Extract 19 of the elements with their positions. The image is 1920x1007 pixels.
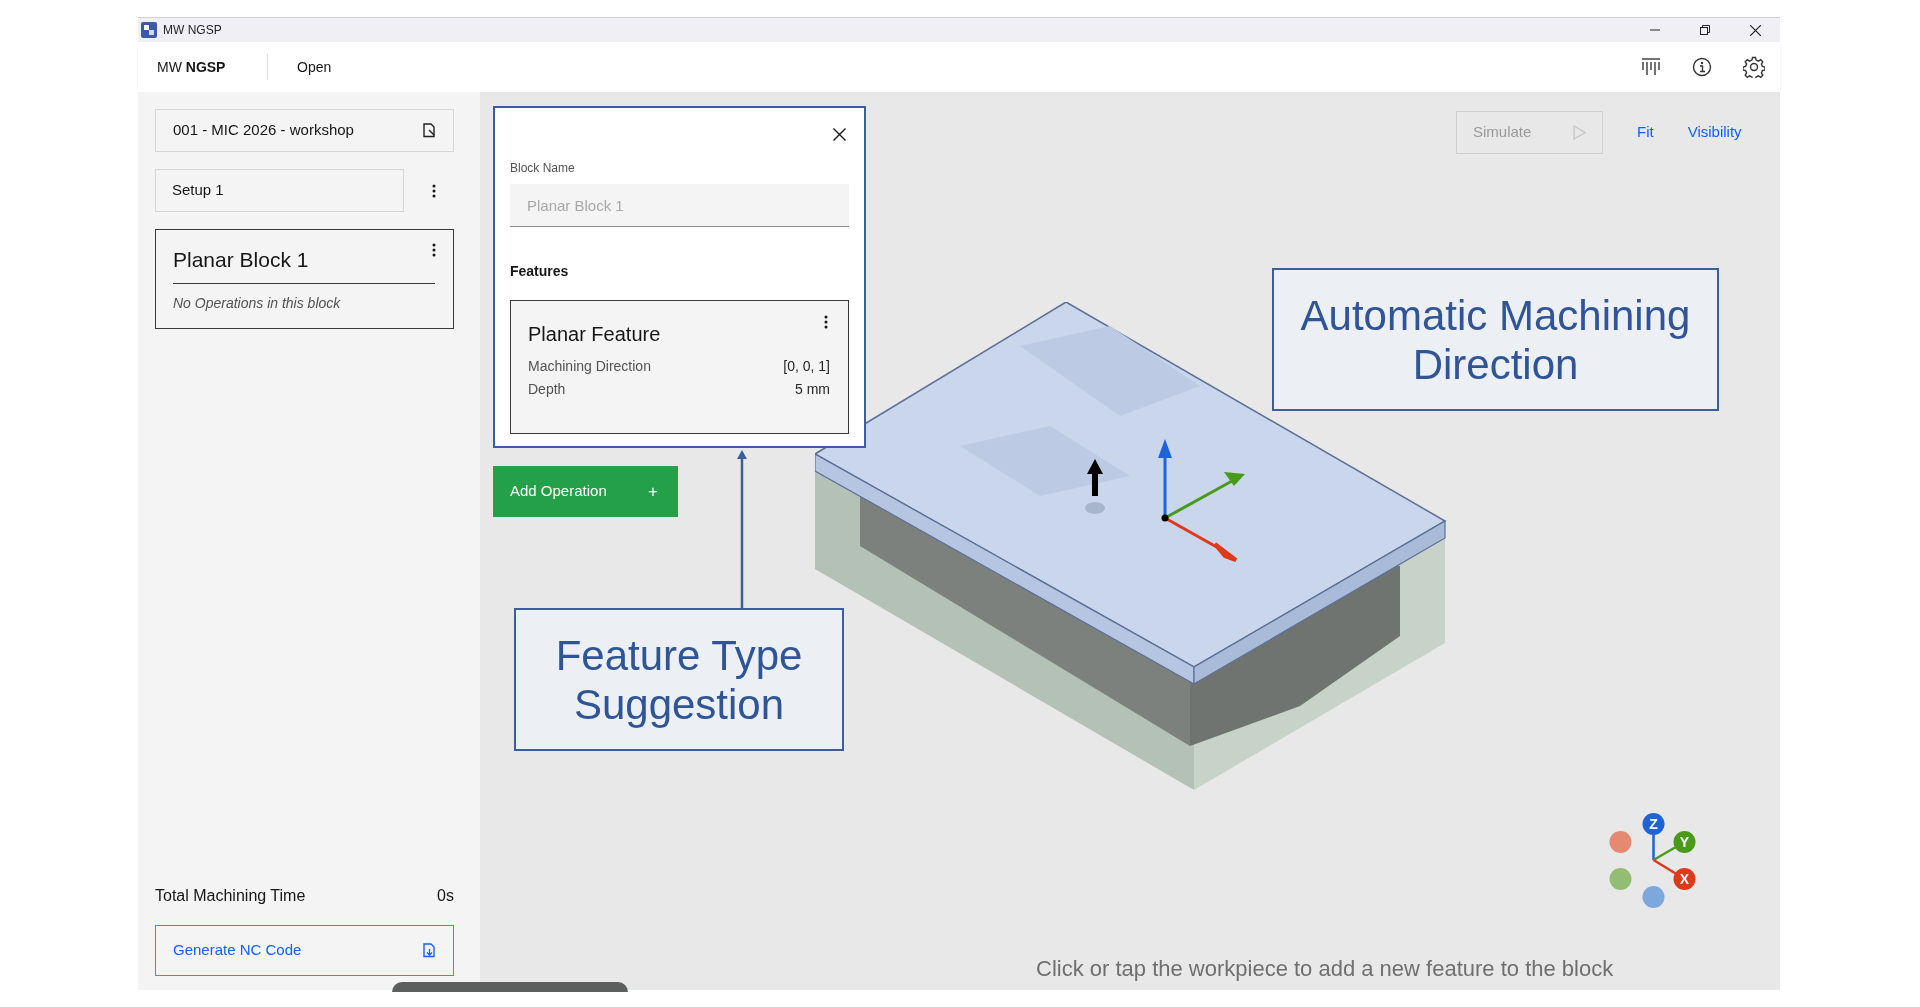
window-title: MW NGSP bbox=[163, 22, 222, 39]
hint-text: Click or tap the workpiece to add a new feature to the block bbox=[1036, 955, 1614, 983]
field-label: Block Name bbox=[510, 160, 576, 177]
annotation-text: Automatic Machining Direction bbox=[1299, 290, 1692, 389]
property-label: Depth bbox=[528, 380, 566, 399]
feature-title: Planar Feature bbox=[528, 322, 661, 347]
brand-name: MW NGSP bbox=[157, 57, 227, 77]
setup-name: Setup 1 bbox=[172, 180, 224, 201]
features-heading: Features bbox=[510, 262, 570, 281]
block-title: Planar Block 1 bbox=[173, 247, 309, 273]
property-label: Machining Direction bbox=[528, 357, 651, 376]
plus-icon: + bbox=[648, 478, 658, 505]
property-value: 5 mm bbox=[795, 380, 830, 399]
property-value: [0, 0, 1] bbox=[783, 357, 830, 376]
annotation-text: Feature Type Suggestion bbox=[554, 630, 804, 729]
total-time-label: Total Machining Time bbox=[155, 886, 306, 906]
empty-operations-text: No Operations in this block bbox=[173, 294, 342, 313]
total-time-value: 0s bbox=[437, 886, 454, 906]
project-name: 001 - MIC 2026 - workshop bbox=[173, 120, 354, 141]
